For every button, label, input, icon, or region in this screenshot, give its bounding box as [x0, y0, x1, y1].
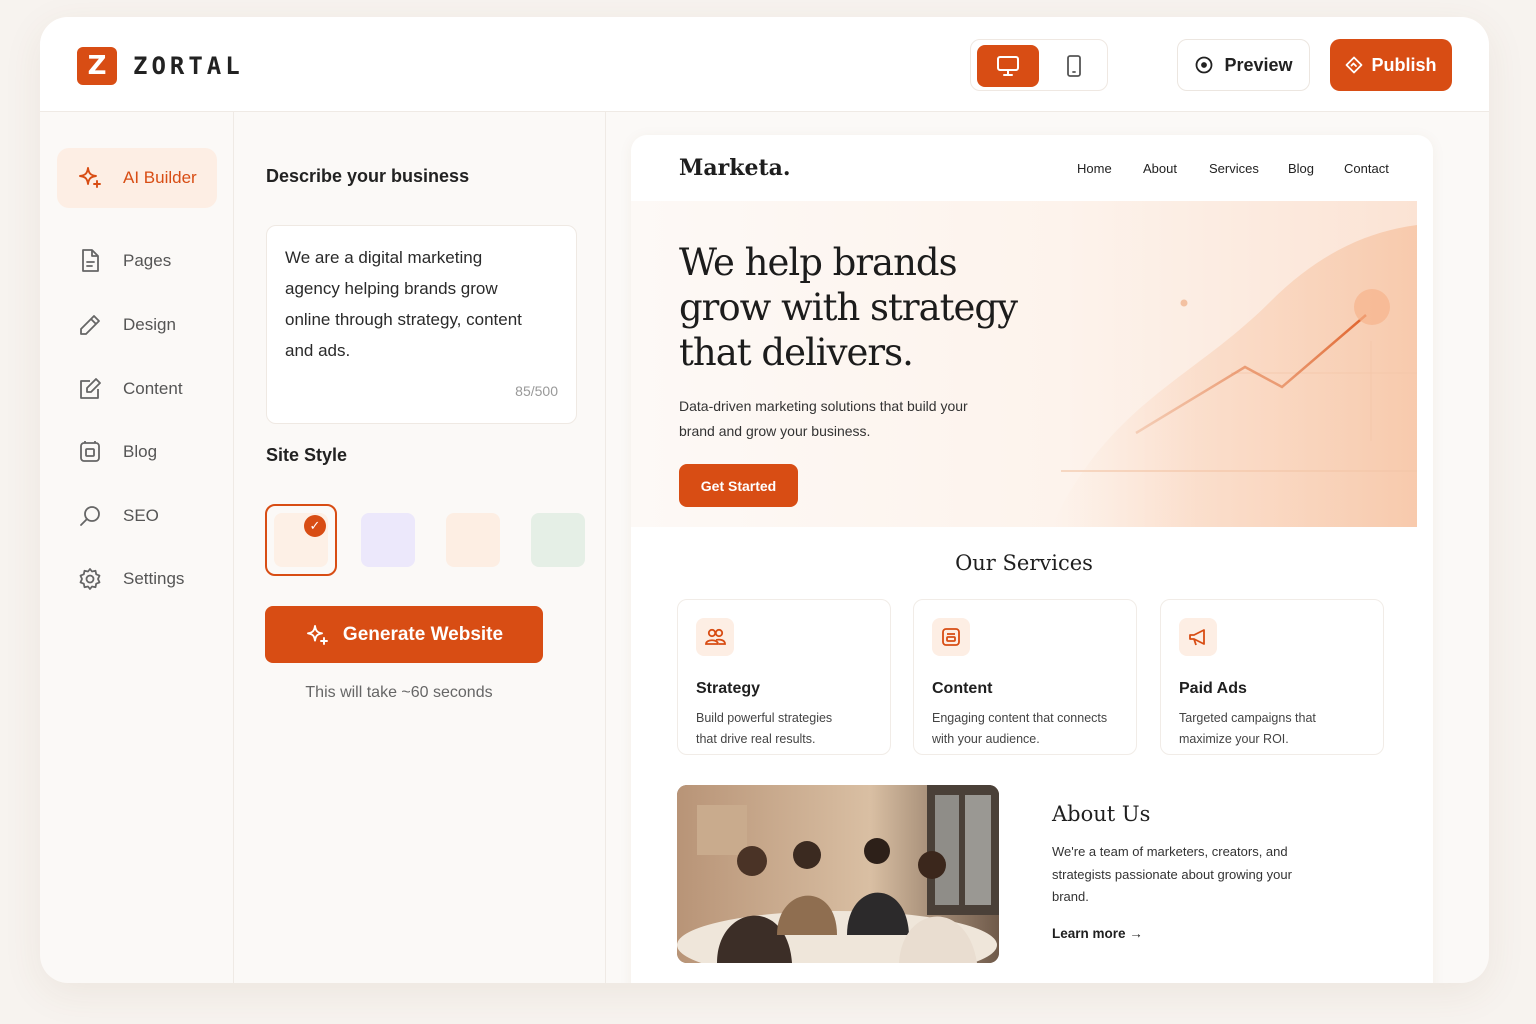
service-desc: Build powerful strategies that drive rea…	[696, 711, 833, 746]
edit-icon	[77, 376, 103, 402]
site-nav-blog[interactable]: Blog	[1288, 161, 1314, 176]
service-name: Strategy	[696, 680, 761, 697]
sidebar-item-label: Settings	[123, 569, 185, 588]
service-desc: Engaging content that connects with your…	[932, 711, 1108, 746]
service-card-paid-ads[interactable]: Paid Ads Targeted campaigns that maximiz…	[1160, 599, 1384, 755]
site-nav-contact[interactable]: Contact	[1344, 161, 1389, 176]
site-nav-services[interactable]: Services	[1209, 161, 1259, 176]
content-icon	[932, 618, 970, 656]
megaphone-icon	[1179, 618, 1217, 656]
logo-mark: Z	[77, 47, 117, 85]
description-text: We are a digital marketing agency helpin…	[285, 248, 522, 360]
style-swatch-2[interactable]	[352, 504, 424, 576]
service-name: Paid Ads	[1179, 680, 1247, 697]
style-swatch-4[interactable]	[522, 504, 594, 576]
site-preview: Marketa. Home About Services Blog Contac…	[631, 135, 1433, 983]
publish-button[interactable]: Publish	[1330, 39, 1452, 91]
sidebar-item-settings[interactable]: Settings	[57, 549, 217, 609]
sidebar-item-label: Blog	[123, 442, 158, 461]
sidebar-item-ai-builder[interactable]: AI Builder	[57, 148, 217, 208]
swatch-color	[361, 513, 415, 567]
device-toggle	[970, 39, 1108, 91]
char-count: 85/500	[515, 383, 558, 399]
hero-title: We help brands grow with strategy that d…	[679, 241, 1018, 374]
learn-more-link[interactable]: Learn more →	[1052, 926, 1143, 941]
top-bar: Z ZORTAL Preview Publish	[40, 17, 1489, 112]
style-swatch-3[interactable]	[437, 504, 509, 576]
sidebar-item-label: Pages	[123, 251, 172, 270]
desktop-view-button[interactable]	[977, 45, 1039, 87]
sidebar-item-pages[interactable]: Pages	[57, 231, 217, 291]
app-window: Z ZORTAL Preview Publish AI Builder Page…	[40, 17, 1489, 983]
generate-website-button[interactable]: Generate Website	[265, 606, 543, 663]
blog-icon	[77, 439, 103, 465]
sidebar-item-label: Design	[123, 315, 176, 334]
about-text: We're a team of marketers, creators, and…	[1052, 844, 1292, 904]
generate-label: Generate Website	[342, 623, 504, 645]
sidebar-item-label: Content	[123, 379, 183, 398]
preview-button[interactable]: Preview	[1177, 39, 1310, 91]
service-card-strategy[interactable]: Strategy Build powerful strategies that …	[677, 599, 891, 755]
publish-icon	[1346, 56, 1363, 74]
describe-label: Describe your business	[266, 166, 470, 186]
swatch-color	[531, 513, 585, 567]
check-icon: ✓	[304, 515, 326, 537]
get-started-button[interactable]: Get Started	[679, 464, 798, 507]
style-swatch-1[interactable]: ✓	[265, 504, 337, 576]
mobile-view-button[interactable]	[1043, 45, 1105, 87]
preview-label: Preview	[1224, 54, 1293, 75]
business-description-input[interactable]: We are a digital marketing agency helpin…	[266, 225, 577, 424]
site-nav-home[interactable]: Home	[1077, 161, 1112, 176]
search-icon	[77, 503, 103, 529]
sidebar-item-label: AI Builder	[123, 168, 197, 187]
page-icon	[77, 248, 103, 274]
hero-subtitle: Data-driven marketing solutions that bui…	[679, 398, 968, 439]
users-icon	[696, 618, 734, 656]
sidebar-item-blog[interactable]: Blog	[57, 422, 217, 482]
sidebar-item-label: SEO	[123, 506, 159, 525]
mobile-icon	[1067, 55, 1081, 77]
sidebar-item-content[interactable]: Content	[57, 359, 217, 419]
about-title: About Us	[1052, 802, 1151, 826]
desktop-icon	[997, 56, 1019, 76]
publish-label: Publish	[1371, 54, 1437, 75]
sidebar: AI Builder Pages Design Content Blog SEO…	[40, 112, 234, 983]
services-title: Our Services	[955, 551, 1093, 575]
generate-note: This will take ~60 seconds	[305, 684, 493, 701]
builder-panel: Describe your business We are a digital …	[235, 112, 606, 983]
sidebar-item-seo[interactable]: SEO	[57, 486, 217, 546]
site-brand[interactable]: Marketa.	[679, 155, 791, 181]
service-name: Content	[932, 680, 993, 697]
service-desc: Targeted campaigns that maximize your RO…	[1179, 711, 1316, 746]
sidebar-item-design[interactable]: Design	[57, 295, 217, 355]
service-card-content[interactable]: Content Engaging content that connects w…	[913, 599, 1137, 755]
gear-icon	[77, 566, 103, 592]
team-photo	[677, 785, 999, 963]
swatch-color	[446, 513, 500, 567]
site-nav-about[interactable]: About	[1143, 161, 1177, 176]
preview-icon	[1196, 56, 1213, 74]
sparkle-icon	[306, 624, 328, 645]
site-style-label: Site Style	[266, 445, 348, 465]
sparkle-icon	[77, 165, 103, 191]
pencil-icon	[77, 312, 103, 338]
logo[interactable]: Z ZORTAL	[77, 47, 244, 85]
logo-text: ZORTAL	[133, 52, 244, 80]
